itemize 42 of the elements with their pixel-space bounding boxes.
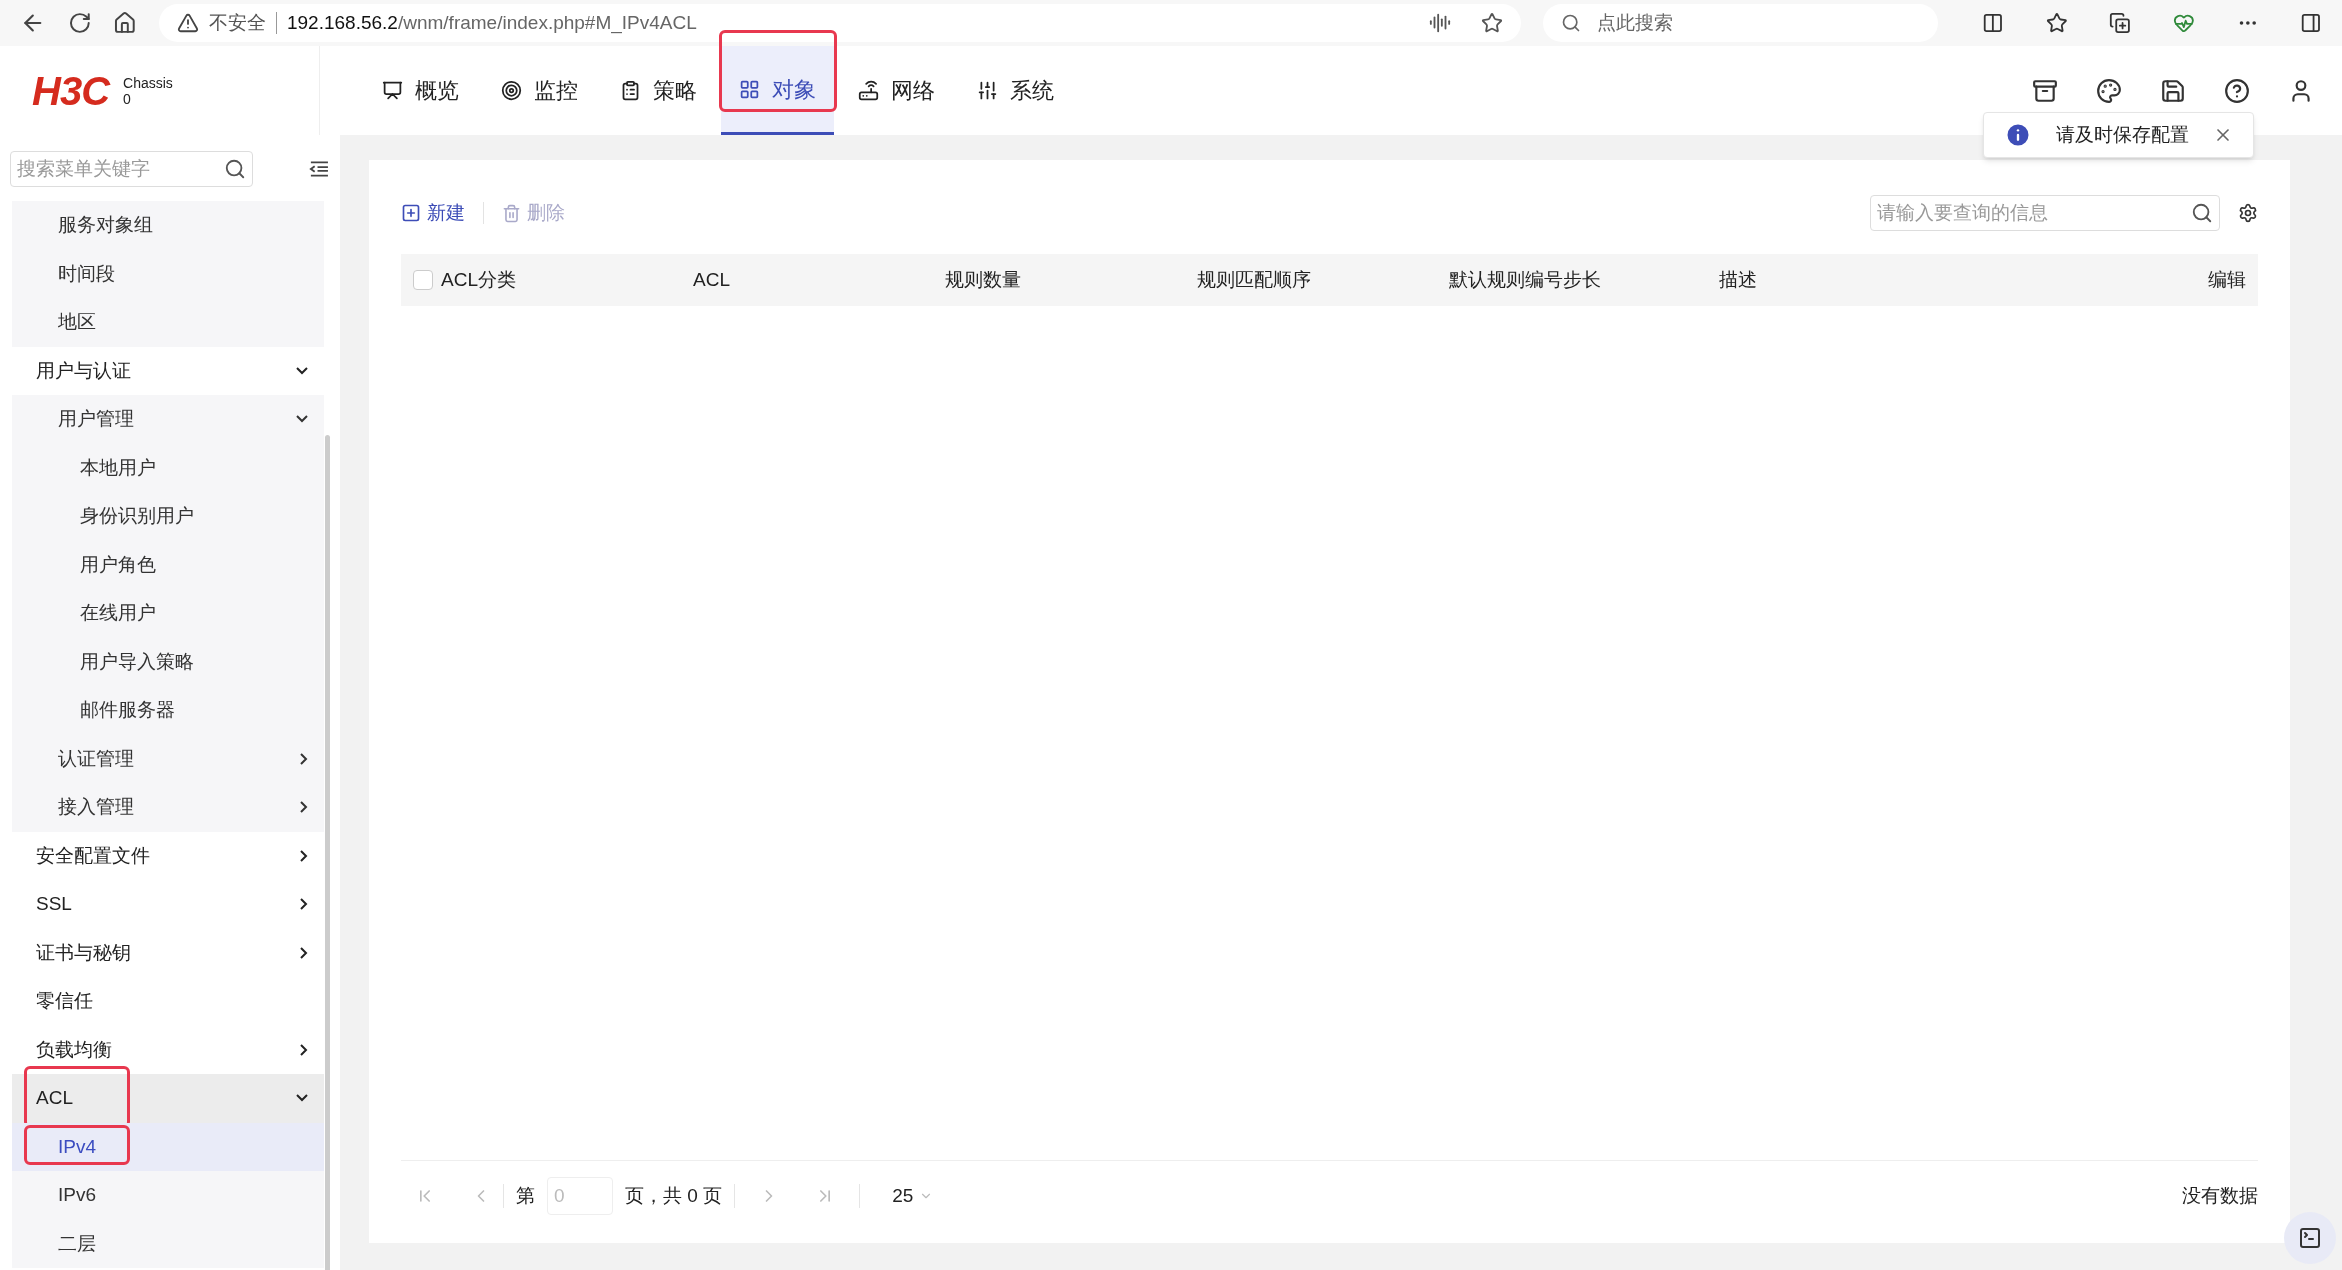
nav-tab[interactable]: 策略 <box>602 46 715 135</box>
sidebar-item[interactable]: 本地用户 <box>12 443 324 492</box>
sidebar-item[interactable]: 用户导入策略 <box>12 637 324 686</box>
nav-tab[interactable]: 概览 <box>364 46 477 135</box>
column-header: 描述 <box>1719 267 1758 292</box>
sidebar-item[interactable]: 用户角色 <box>12 540 324 589</box>
sidebar-item[interactable]: 认证管理 <box>12 734 324 783</box>
sidebar-item[interactable]: ACL <box>12 1074 324 1123</box>
sidebar-item[interactable]: IPv6 <box>12 1171 324 1220</box>
empty-text: 没有数据 <box>2182 1183 2258 1208</box>
page-size-select[interactable]: 25 <box>892 1181 934 1211</box>
column-header: ACL <box>693 267 731 292</box>
column-header: 编辑 <box>2207 267 2246 292</box>
nav-tab[interactable]: 系统 <box>959 46 1072 135</box>
sidebar-item[interactable]: IPv4 <box>12 1122 324 1171</box>
page-total: 页，共 0 页 <box>625 1183 723 1208</box>
column-header: 规则匹配顺序 <box>1197 267 1312 292</box>
device-id: 0 <box>123 90 132 107</box>
address-bar[interactable]: 不安全 192.168.56.2/wnm/frame/index.php#M_IPv4ACL <box>159 4 1521 42</box>
browser-search-field[interactable]: 点此搜索 <box>1542 4 1938 42</box>
column-header: 规则数量 <box>945 267 1022 292</box>
sidebar-item[interactable]: 邮件服务器 <box>12 686 324 735</box>
sidebar-item[interactable]: 用户管理 <box>12 395 324 444</box>
nav-tab[interactable]: 网络 <box>840 46 953 135</box>
device-label: Chassis <box>123 74 173 91</box>
toast: 请及时保存配置 <box>1983 112 2254 158</box>
sidebar-item[interactable]: 接入管理 <box>12 783 324 832</box>
logo: H3C <box>32 67 110 115</box>
column-header: ACL分类 <box>441 267 517 292</box>
sidebar-item[interactable]: 二层 <box>12 1219 324 1268</box>
page-prefix: 第 <box>516 1183 535 1208</box>
new-button[interactable]: 新建 <box>401 198 465 228</box>
nav-tab[interactable]: 对象 <box>721 46 834 135</box>
sidebar-item[interactable]: 身份识别用户 <box>12 492 324 541</box>
sidebar-item[interactable]: 在线用户 <box>12 589 324 638</box>
sidebar-item[interactable]: 地区 <box>12 298 324 347</box>
url-text: 192.168.56.2/wnm/frame/index.php#M_IPv4ACL <box>287 10 697 36</box>
nav-tab[interactable]: 监控 <box>483 46 596 135</box>
sidebar-item[interactable]: 服务对象组 <box>12 201 324 250</box>
sidebar-item[interactable]: 时间段 <box>12 249 324 298</box>
column-header: 默认规则编号步长 <box>1449 267 1602 292</box>
security-label: 不安全 <box>209 10 266 35</box>
